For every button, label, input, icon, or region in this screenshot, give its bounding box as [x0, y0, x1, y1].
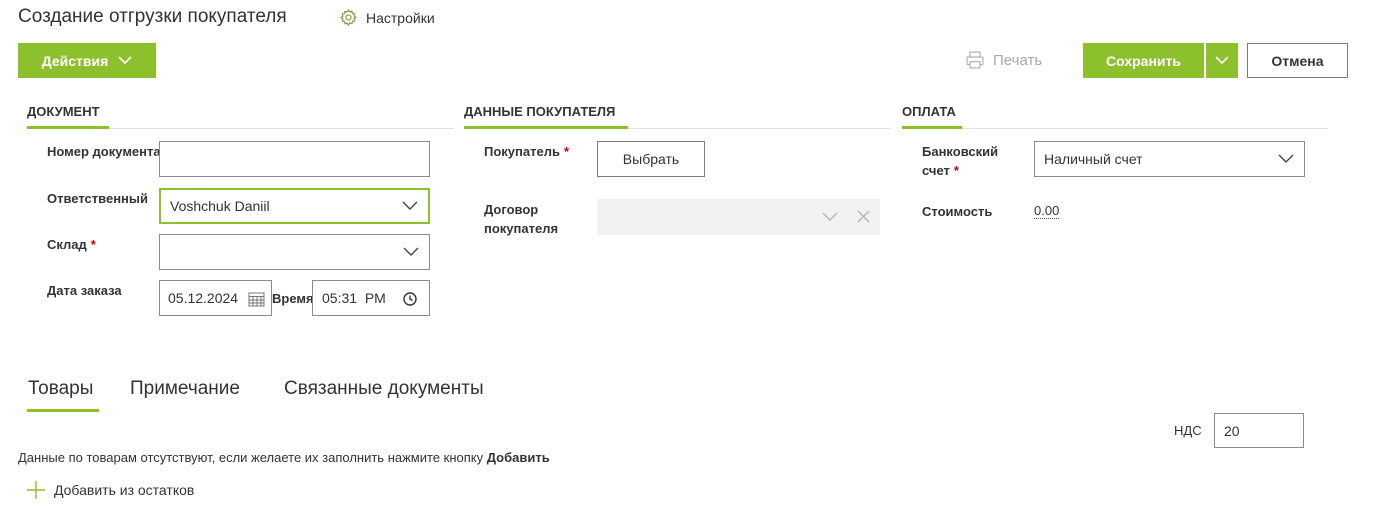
time-label: Время [272, 291, 312, 306]
chevron-down-icon [402, 201, 418, 210]
section-payment-divider [902, 128, 1328, 129]
empty-products-message: Данные по товарам отсутствуют, если жела… [18, 450, 550, 465]
select-customer-button[interactable]: Выбрать [597, 141, 705, 177]
bank-account-label: Банковский счет * [922, 144, 999, 178]
section-payment-underline [902, 126, 962, 129]
chevron-down-icon [1215, 56, 1229, 65]
chevron-down-icon [403, 247, 419, 256]
section-customer-title: ДАННЫЕ ПОКУПАТЕЛЯ [464, 104, 616, 119]
actions-button[interactable]: Действия [18, 43, 156, 78]
section-customer-underline [464, 126, 628, 129]
actions-label: Действия [41, 52, 109, 69]
empty-products-action: Добавить [486, 450, 550, 465]
vat-input[interactable]: 20 [1214, 413, 1304, 448]
add-from-stock-link[interactable]: Добавить из остатков [26, 480, 194, 500]
order-date-value: 05.12.2024 [168, 290, 239, 306]
cost-label: Стоимость [922, 204, 993, 219]
customer-label: Покупатель * [484, 144, 570, 159]
calendar-icon[interactable] [248, 291, 265, 307]
document-number-input[interactable] [159, 141, 430, 177]
tab-products[interactable]: Товары [28, 378, 93, 400]
tab-notes[interactable]: Примечание [130, 378, 240, 400]
settings-label: Настройки [366, 9, 435, 26]
section-document-title: ДОКУМЕНТ [27, 104, 100, 119]
responsible-label: Ответственный [47, 191, 148, 206]
clock-icon[interactable] [403, 292, 417, 306]
page-title: Создание отгрузки покупателя [18, 6, 287, 27]
cancel-button[interactable]: Отмена [1247, 43, 1348, 78]
chevron-down-icon [1278, 154, 1294, 163]
contract-label: Договор покупателя [484, 202, 559, 236]
document-number-label: Номер документа [47, 144, 159, 159]
tab-related-documents[interactable]: Связанные документы [284, 378, 484, 400]
responsible-select[interactable]: Voshchuk Daniil [159, 188, 430, 224]
chevron-down-icon [118, 56, 132, 65]
cost-value[interactable]: 0.00 [1034, 203, 1060, 219]
active-tab-indicator [27, 409, 99, 412]
close-icon [857, 210, 870, 223]
time-input[interactable]: 05:31 PM [312, 280, 430, 316]
warehouse-select[interactable] [159, 234, 430, 270]
responsible-value: Voshchuk Daniil [170, 198, 270, 214]
settings-link[interactable]: Настройки [339, 8, 435, 27]
chevron-down-icon [822, 212, 838, 221]
vat-label: НДС [1174, 423, 1202, 438]
section-document-underline [27, 126, 109, 129]
contract-select [597, 199, 880, 235]
plus-icon [27, 481, 45, 499]
print-label: Печать [993, 51, 1043, 69]
gear-icon [339, 8, 358, 27]
time-value: 05:31 PM [322, 290, 386, 306]
order-date-label: Дата заказа [47, 283, 122, 298]
add-from-stock-label: Добавить из остатков [54, 482, 195, 498]
bank-account-value: Наличный счет [1044, 151, 1143, 167]
order-date-input[interactable]: 05.12.2024 [159, 280, 272, 316]
bank-account-select[interactable]: Наличный счет [1034, 141, 1305, 177]
print-button[interactable]: Печать [965, 50, 1042, 70]
section-payment-title: ОПЛАТА [902, 104, 956, 119]
warehouse-label: Склад * [47, 237, 96, 252]
printer-icon [966, 51, 984, 69]
save-options-button[interactable] [1206, 43, 1238, 78]
save-button[interactable]: Сохранить [1083, 43, 1204, 78]
